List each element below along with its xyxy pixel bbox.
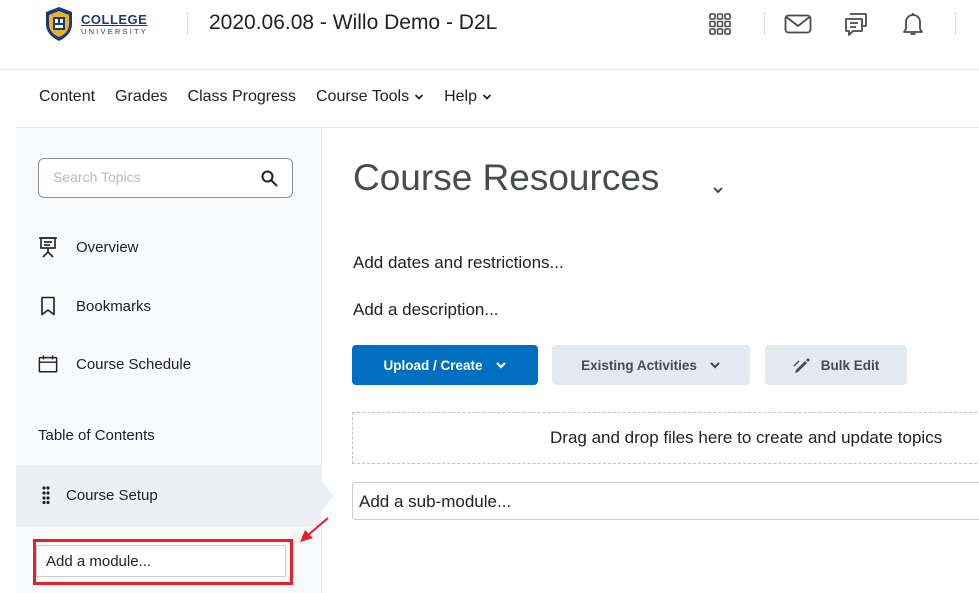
bell-icon[interactable] — [899, 10, 927, 38]
search-input[interactable] — [53, 169, 253, 185]
sidebar-item-overview[interactable]: Overview — [38, 236, 139, 258]
pencil-icon — [793, 358, 810, 373]
chevron-down-icon — [482, 94, 492, 100]
shield-logo-icon — [46, 7, 72, 41]
toc-heading[interactable]: Table of Contents — [38, 427, 155, 444]
chevron-down-icon — [414, 94, 424, 100]
selected-pointer — [322, 482, 334, 510]
sidebar-item-label: Course Schedule — [76, 355, 192, 373]
file-dropzone[interactable]: Drag and drop files here to create and u… — [352, 412, 979, 464]
header-divider — [955, 13, 956, 35]
nav-label: Class Progress — [187, 88, 296, 105]
nav-label: Help — [444, 88, 477, 105]
existing-activities-button[interactable]: Existing Activities — [552, 345, 750, 385]
upload-create-button[interactable]: Upload / Create — [352, 345, 538, 385]
top-header: COLLEGE UNIVERSITY 2020.06.08 - Willo De… — [0, 0, 979, 70]
highlight-box — [33, 539, 293, 585]
nav-label: Grades — [115, 88, 168, 105]
sidebar-item-label: Bookmarks — [76, 297, 152, 315]
nav-grades[interactable]: Grades — [115, 88, 167, 106]
course-title[interactable]: 2020.06.08 - Willo Demo - D2L — [209, 11, 497, 35]
presentation-icon — [38, 236, 58, 258]
calendar-icon — [38, 353, 58, 375]
mail-icon[interactable] — [784, 10, 812, 38]
submodule-label: Add a sub-module... — [359, 492, 512, 511]
button-label: Existing Activities — [581, 357, 697, 373]
button-label: Bulk Edit — [820, 357, 880, 373]
bookmark-icon — [38, 295, 58, 317]
add-description-link[interactable]: Add a description... — [353, 300, 499, 320]
waffle-icon[interactable] — [706, 10, 734, 38]
sidebar-item-course-schedule[interactable]: Course Schedule — [38, 353, 191, 375]
header-divider — [764, 13, 765, 35]
annotation-arrow-icon — [300, 517, 329, 542]
bulk-edit-button[interactable]: Bulk Edit — [765, 345, 907, 385]
dropzone-text: Drag and drop files here to create and u… — [550, 428, 943, 447]
module-course-setup[interactable]: Course Setup — [16, 466, 334, 526]
header-divider — [187, 13, 188, 35]
add-submodule-input[interactable]: Add a sub-module... — [352, 482, 979, 520]
content-sidebar: Overview Bookmarks Course Schedule Table… — [16, 128, 334, 593]
add-dates-link[interactable]: Add dates and restrictions... — [353, 253, 564, 273]
sidebar-item-label: Overview — [76, 238, 139, 256]
chat-icon[interactable] — [842, 10, 870, 38]
nav-course-tools[interactable]: Course Tools — [316, 88, 424, 106]
chevron-down-icon — [495, 362, 506, 369]
nav-content[interactable]: Content — [39, 88, 95, 106]
search-icon[interactable] — [261, 170, 278, 187]
college-logo[interactable]: COLLEGE UNIVERSITY — [44, 6, 148, 42]
drag-handle-icon[interactable] — [42, 486, 50, 504]
nav-label: Content — [39, 88, 96, 105]
nav-label: Course Tools — [316, 88, 410, 105]
logo-wordmark: COLLEGE — [81, 11, 148, 27]
module-label: Course Setup — [66, 487, 158, 504]
sidebar-item-bookmarks[interactable]: Bookmarks — [38, 295, 151, 317]
nav-help[interactable]: Help — [444, 88, 492, 106]
nav-class-progress[interactable]: Class Progress — [188, 88, 296, 106]
course-navbar: Content Grades Class Progress Course Too… — [16, 70, 979, 128]
search-box[interactable] — [38, 158, 293, 198]
chevron-down-icon — [710, 362, 720, 369]
page-title: Course Resources — [353, 157, 660, 198]
chevron-down-icon[interactable] — [710, 182, 726, 198]
logo-subtitle: UNIVERSITY — [81, 26, 149, 36]
button-label: Upload / Create — [383, 357, 483, 373]
